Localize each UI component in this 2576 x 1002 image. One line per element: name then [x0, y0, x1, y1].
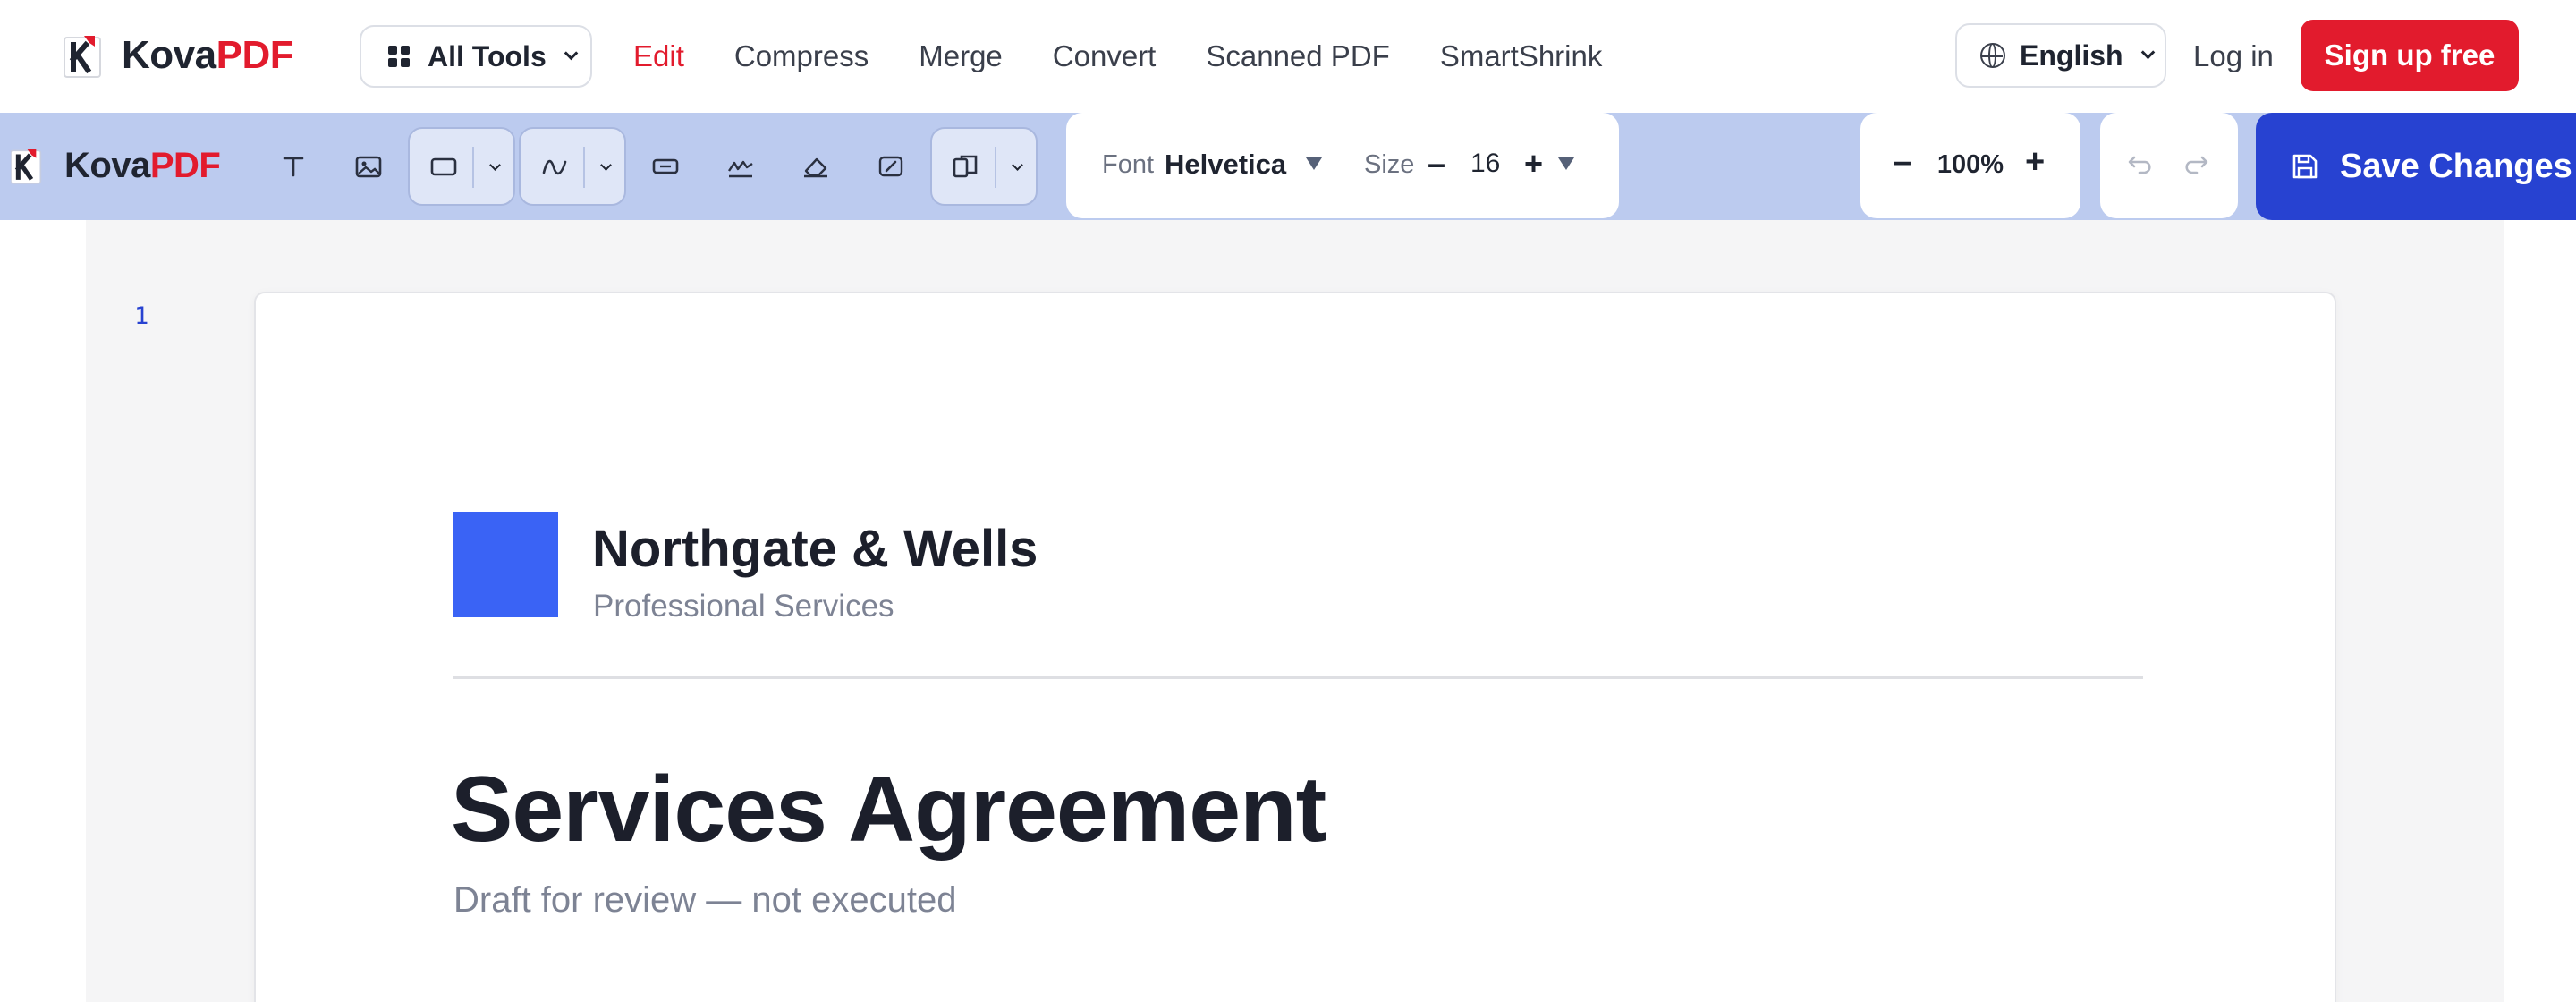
- form-field-tool-button[interactable]: [639, 140, 692, 193]
- all-tools-label: All Tools: [428, 39, 547, 72]
- globe-icon: [1980, 43, 2005, 68]
- kovapdf-logo-icon: [64, 32, 107, 79]
- grid-icon: [388, 46, 410, 67]
- history-panel: [2100, 113, 2238, 218]
- document-title[interactable]: Services Agreement: [451, 757, 1326, 863]
- divider: [995, 147, 996, 188]
- brand-name: KovaPDF: [122, 33, 294, 78]
- save-changes-label: Save Changes: [2340, 147, 2572, 185]
- language-selector[interactable]: English: [1955, 23, 2166, 88]
- nav-link-edit[interactable]: Edit: [633, 34, 684, 79]
- chevron-down-icon: [564, 46, 579, 60]
- shape-options-dropdown[interactable]: [481, 147, 508, 188]
- edit-box-tool-button[interactable]: [864, 140, 918, 193]
- brand-name-part1: Kova: [122, 33, 216, 77]
- eraser-tool-button[interactable]: [789, 140, 843, 193]
- brand-name-part2: PDF: [216, 33, 294, 77]
- toolbar-brand-name: KovaPDF: [64, 145, 221, 186]
- chevron-down-icon: [2140, 45, 2155, 59]
- nav-link-scanned-pdf[interactable]: Scanned PDF: [1206, 34, 1389, 79]
- draw-options-dropdown[interactable]: [592, 147, 619, 188]
- editor-toolbar: KovaPDF Font Helvetica Size – 16 + – 100…: [0, 113, 2576, 220]
- kovapdf-logo-icon: [10, 145, 47, 186]
- page-tool-group: [930, 127, 1038, 206]
- draw-tool-group: [519, 127, 626, 206]
- divider: [472, 147, 474, 188]
- freehand-icon: [542, 159, 567, 175]
- form-field-icon: [652, 158, 679, 174]
- size-label: Size: [1364, 150, 1415, 179]
- zoom-panel: – 100% +: [1860, 113, 2080, 218]
- eraser-icon: [804, 157, 827, 178]
- toolbar-brand: KovaPDF: [10, 145, 221, 186]
- nav-links: Edit Compress Merge Convert Scanned PDF …: [633, 34, 1652, 79]
- pages-icon: [953, 155, 978, 178]
- chevron-down-icon: [1011, 158, 1023, 171]
- rectangle-tool-button[interactable]: [419, 141, 469, 191]
- page-layout-tool-button[interactable]: [941, 141, 991, 191]
- shape-tool-group: [408, 127, 515, 206]
- text-tool-button[interactable]: [267, 140, 320, 193]
- font-dropdown-caret-icon[interactable]: [1306, 157, 1322, 170]
- page-number: 1: [134, 302, 149, 330]
- brand-name-part2: PDF: [149, 145, 221, 185]
- zoom-in-button[interactable]: +: [2025, 143, 2045, 182]
- image-tool-button[interactable]: [342, 140, 395, 193]
- document-subtitle[interactable]: Draft for review — not executed: [453, 880, 956, 921]
- zoom-level: 100%: [1936, 150, 2004, 179]
- draw-tool-button[interactable]: [530, 141, 580, 191]
- size-decrement-button[interactable]: –: [1428, 145, 1445, 183]
- chevron-down-icon: [488, 158, 501, 171]
- company-name[interactable]: Northgate & Wells: [592, 519, 1038, 579]
- save-icon: [2292, 154, 2318, 179]
- edit-box-icon: [878, 156, 903, 177]
- font-family-select[interactable]: Helvetica: [1165, 149, 1286, 181]
- text-icon: [283, 157, 304, 177]
- company-logo-square[interactable]: [453, 512, 558, 617]
- rectangle-icon: [430, 157, 457, 176]
- size-dropdown-caret-icon[interactable]: [1558, 157, 1574, 170]
- nav-link-convert[interactable]: Convert: [1053, 34, 1157, 79]
- signature-tool-button[interactable]: [714, 140, 767, 193]
- divider: [583, 147, 585, 188]
- redo-icon[interactable]: [2177, 147, 2213, 183]
- signature-icon: [728, 160, 753, 178]
- undo-icon[interactable]: [2123, 147, 2159, 183]
- signup-button[interactable]: Sign up free: [2301, 20, 2519, 91]
- save-changes-button[interactable]: Save Changes: [2256, 113, 2576, 220]
- font-label: Font: [1102, 150, 1155, 179]
- company-tagline[interactable]: Professional Services: [593, 589, 894, 624]
- language-label: English: [2020, 38, 2123, 72]
- nav-link-merge[interactable]: Merge: [919, 34, 1003, 79]
- top-navigation: KovaPDF All Tools Edit Compress Merge Co…: [0, 0, 2576, 113]
- brand-logo-link[interactable]: KovaPDF: [64, 29, 294, 82]
- chevron-down-icon: [599, 158, 612, 171]
- pdf-page[interactable]: Northgate & Wells Professional Services …: [254, 292, 2336, 1002]
- all-tools-dropdown[interactable]: All Tools: [360, 25, 592, 88]
- brand-name-part1: Kova: [64, 145, 150, 185]
- login-link[interactable]: Log in: [2193, 34, 2274, 79]
- header-divider: [453, 676, 2143, 679]
- page-options-dropdown[interactable]: [1004, 147, 1030, 188]
- image-icon: [355, 156, 382, 178]
- size-increment-button[interactable]: +: [1524, 145, 1543, 183]
- nav-link-smartshrink[interactable]: SmartShrink: [1440, 34, 1603, 79]
- font-size-input[interactable]: 16: [1470, 149, 1500, 179]
- nav-link-compress[interactable]: Compress: [734, 34, 869, 79]
- font-panel: Font Helvetica Size – 16 +: [1066, 113, 1619, 218]
- zoom-out-button[interactable]: –: [1893, 143, 1911, 182]
